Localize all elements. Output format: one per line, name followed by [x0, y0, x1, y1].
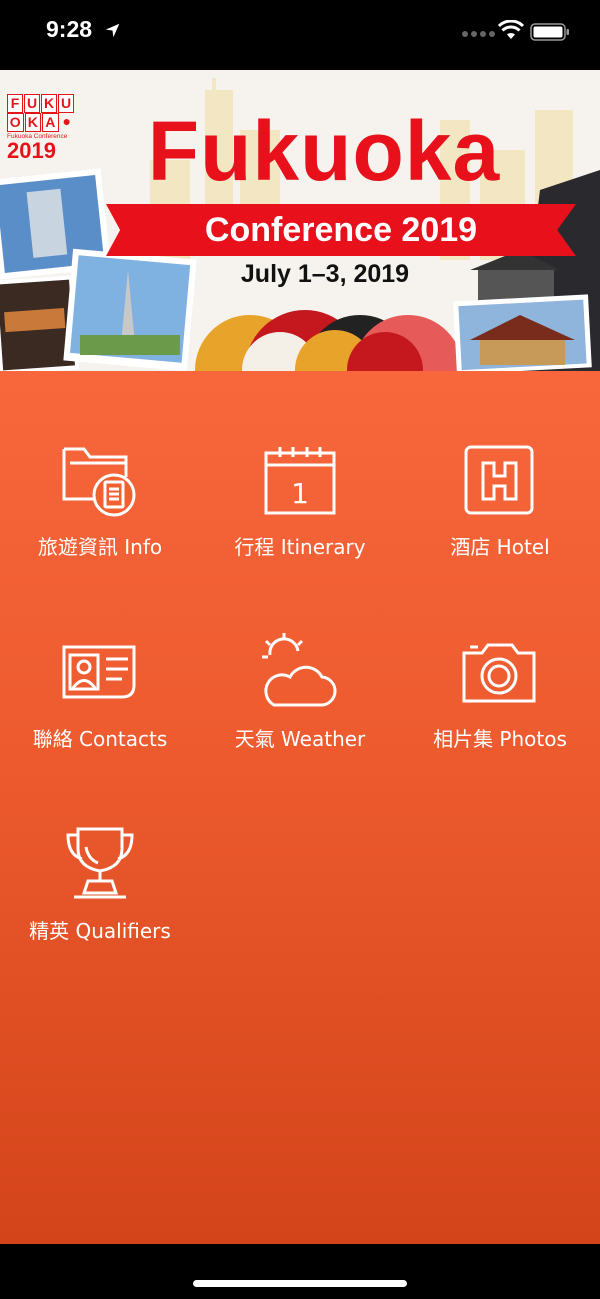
battery-icon — [530, 23, 569, 41]
banner-dates: July 1–3, 2019 — [240, 260, 410, 288]
banner-subtitle: Conference 2019 — [204, 211, 478, 249]
location-arrow-icon — [105, 23, 120, 38]
cellular-signal-icon — [462, 31, 495, 37]
strawberry-icon: ● — [62, 113, 71, 129]
menu-item-weather[interactable]: 天氣 Weather — [200, 633, 400, 783]
weather-partly-sunny-icon — [262, 633, 337, 707]
menu-label-info: 旅遊資訊 Info — [37, 535, 163, 559]
trophy-icon — [66, 827, 134, 899]
menu-item-info[interactable]: 旅遊資訊 Info — [0, 441, 200, 591]
logo-letter: U — [24, 94, 40, 113]
status-bar: 9:28 — [0, 0, 600, 70]
logo-row-2: O K A ● — [7, 113, 75, 132]
conference-banner: F U K U O K A ● Fukuoka Conference 2019 … — [0, 70, 600, 371]
menu-label-contacts: 聯絡 Contacts — [32, 727, 168, 751]
menu-item-qualifiers[interactable]: 精英 Qualifiers — [0, 825, 200, 975]
menu-label-photos: 相片集 Photos — [433, 727, 567, 751]
contact-card-icon — [62, 645, 136, 699]
menu-label-itinerary: 行程 Itinerary — [234, 535, 366, 559]
folder-document-icon — [62, 447, 136, 517]
main-menu: 旅遊資訊 Info 1 行程 Itinerary 酒店 Hotel 聯絡 Con… — [0, 371, 600, 1244]
status-time: 9:28 — [46, 16, 93, 42]
camera-icon — [462, 643, 536, 703]
menu-item-itinerary[interactable]: 1 行程 Itinerary — [200, 441, 400, 591]
logo-letter: O — [7, 113, 24, 132]
bottom-bar — [0, 1244, 600, 1299]
logo-letter: A — [42, 113, 59, 132]
menu-item-contacts[interactable]: 聯絡 Contacts — [0, 633, 200, 783]
menu-label-qualifiers: 精英 Qualifiers — [29, 919, 171, 943]
hotel-icon — [464, 445, 534, 515]
calendar-icon: 1 — [264, 447, 336, 515]
logo-letter: K — [24, 113, 41, 132]
logo-row-1: F U K U — [7, 94, 75, 113]
home-indicator[interactable] — [193, 1280, 407, 1287]
logo-letter: K — [41, 94, 57, 113]
logo-year: 2019 — [7, 138, 56, 163]
menu-label-weather: 天氣 Weather — [234, 727, 366, 751]
banner-title: Fukuoka — [147, 104, 501, 198]
menu-item-hotel[interactable]: 酒店 Hotel — [400, 441, 600, 591]
menu-item-photos[interactable]: 相片集 Photos — [400, 633, 600, 783]
calendar-day: 1 — [291, 477, 309, 510]
wifi-icon — [498, 20, 524, 39]
logo-letter: U — [58, 94, 74, 113]
logo-letter: F — [7, 94, 23, 113]
fukuoka-conference-logo: F U K U O K A ● Fukuoka Conference 2019 — [7, 94, 75, 162]
menu-label-hotel: 酒店 Hotel — [450, 535, 550, 559]
